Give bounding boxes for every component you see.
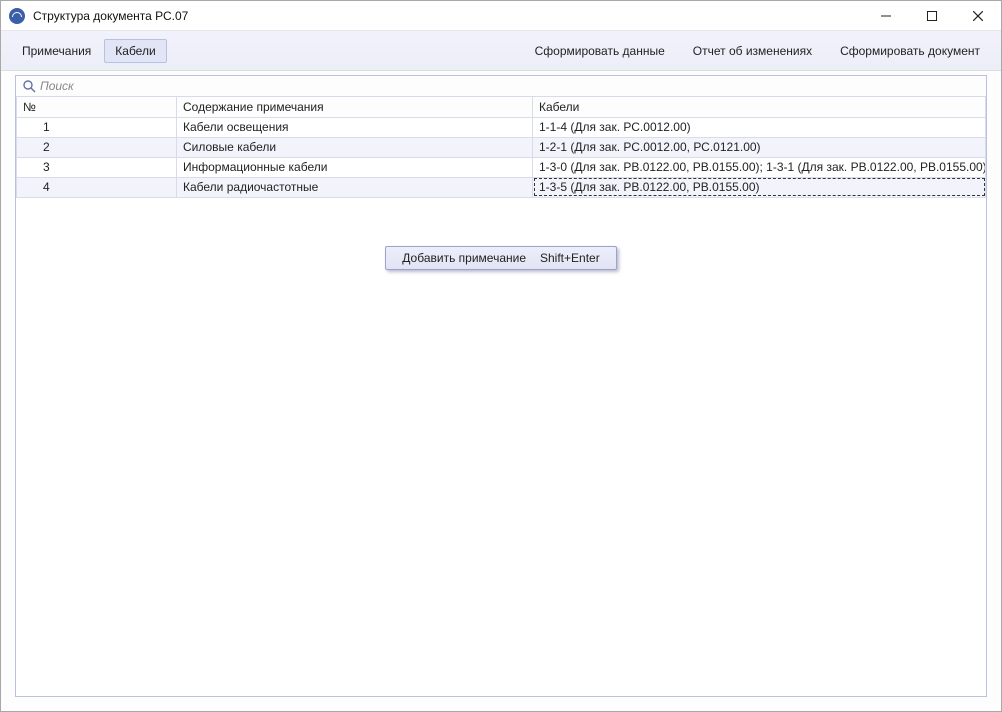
tab-bar: Примечания Кабели: [11, 39, 167, 63]
search-row: [16, 76, 986, 97]
titlebar: Структура документа РС.07: [1, 1, 1001, 31]
minimize-button[interactable]: [863, 1, 909, 30]
cell-cables[interactable]: 1-2-1 (Для зак. РС.0012.00, РС.0121.00): [533, 137, 986, 157]
add-note-shortcut: Shift+Enter: [540, 251, 600, 265]
maximize-icon: [927, 11, 937, 21]
table-row[interactable]: 1 Кабели освещения 1-1-4 (Для зак. РС.00…: [17, 117, 986, 137]
add-note-button[interactable]: Добавить примечание Shift+Enter: [385, 246, 616, 270]
close-icon: [973, 11, 983, 21]
minimize-icon: [881, 11, 891, 21]
cell-num[interactable]: 1: [17, 117, 177, 137]
grid-header-content[interactable]: Содержание примечания: [177, 97, 533, 117]
table-row[interactable]: 2 Силовые кабели 1-2-1 (Для зак. РС.0012…: [17, 137, 986, 157]
cell-cables[interactable]: 1-3-5 (Для зак. РВ.0122.00, РВ.0155.00): [533, 177, 986, 197]
cell-content[interactable]: Силовые кабели: [177, 137, 533, 157]
tab-notes[interactable]: Примечания: [11, 39, 102, 63]
search-input[interactable]: [40, 79, 980, 93]
cell-num[interactable]: 2: [17, 137, 177, 157]
content-area: Примечания Кабели Сформировать данные От…: [1, 31, 1001, 711]
cell-num[interactable]: 3: [17, 157, 177, 177]
maximize-button[interactable]: [909, 1, 955, 30]
form-data-button[interactable]: Сформировать данные: [524, 39, 676, 63]
add-note-label: Добавить примечание: [402, 251, 526, 265]
cell-content[interactable]: Информационные кабели: [177, 157, 533, 177]
cell-cables[interactable]: 1-3-0 (Для зак. РВ.0122.00, РВ.0155.00);…: [533, 157, 986, 177]
window-controls: [863, 1, 1001, 30]
close-button[interactable]: [955, 1, 1001, 30]
grid-header-num[interactable]: №: [17, 97, 177, 117]
grid-table: № Содержание примечания Кабели 1 Кабели …: [16, 97, 986, 198]
window-title: Структура документа РС.07: [33, 9, 863, 23]
cell-cables[interactable]: 1-1-4 (Для зак. РС.0012.00): [533, 117, 986, 137]
grid-header-row: № Содержание примечания Кабели: [17, 97, 986, 117]
window: Структура документа РС.07 Примечания Каб…: [0, 0, 1002, 712]
table-row[interactable]: 4 Кабели радиочастотные 1-3-5 (Для зак. …: [17, 177, 986, 197]
cell-content[interactable]: Кабели освещения: [177, 117, 533, 137]
grid-header-cables[interactable]: Кабели: [533, 97, 986, 117]
table-row[interactable]: 3 Информационные кабели 1-3-0 (Для зак. …: [17, 157, 986, 177]
form-document-button[interactable]: Сформировать документ: [829, 39, 991, 63]
app-icon: [9, 8, 25, 24]
cell-content[interactable]: Кабели радиочастотные: [177, 177, 533, 197]
tab-cables[interactable]: Кабели: [104, 39, 166, 63]
main-panel: № Содержание примечания Кабели 1 Кабели …: [15, 75, 987, 697]
search-icon: [22, 79, 36, 93]
toolbar: Примечания Кабели Сформировать данные От…: [1, 31, 1001, 71]
changes-report-button[interactable]: Отчет об изменениях: [682, 39, 823, 63]
cell-num[interactable]: 4: [17, 177, 177, 197]
